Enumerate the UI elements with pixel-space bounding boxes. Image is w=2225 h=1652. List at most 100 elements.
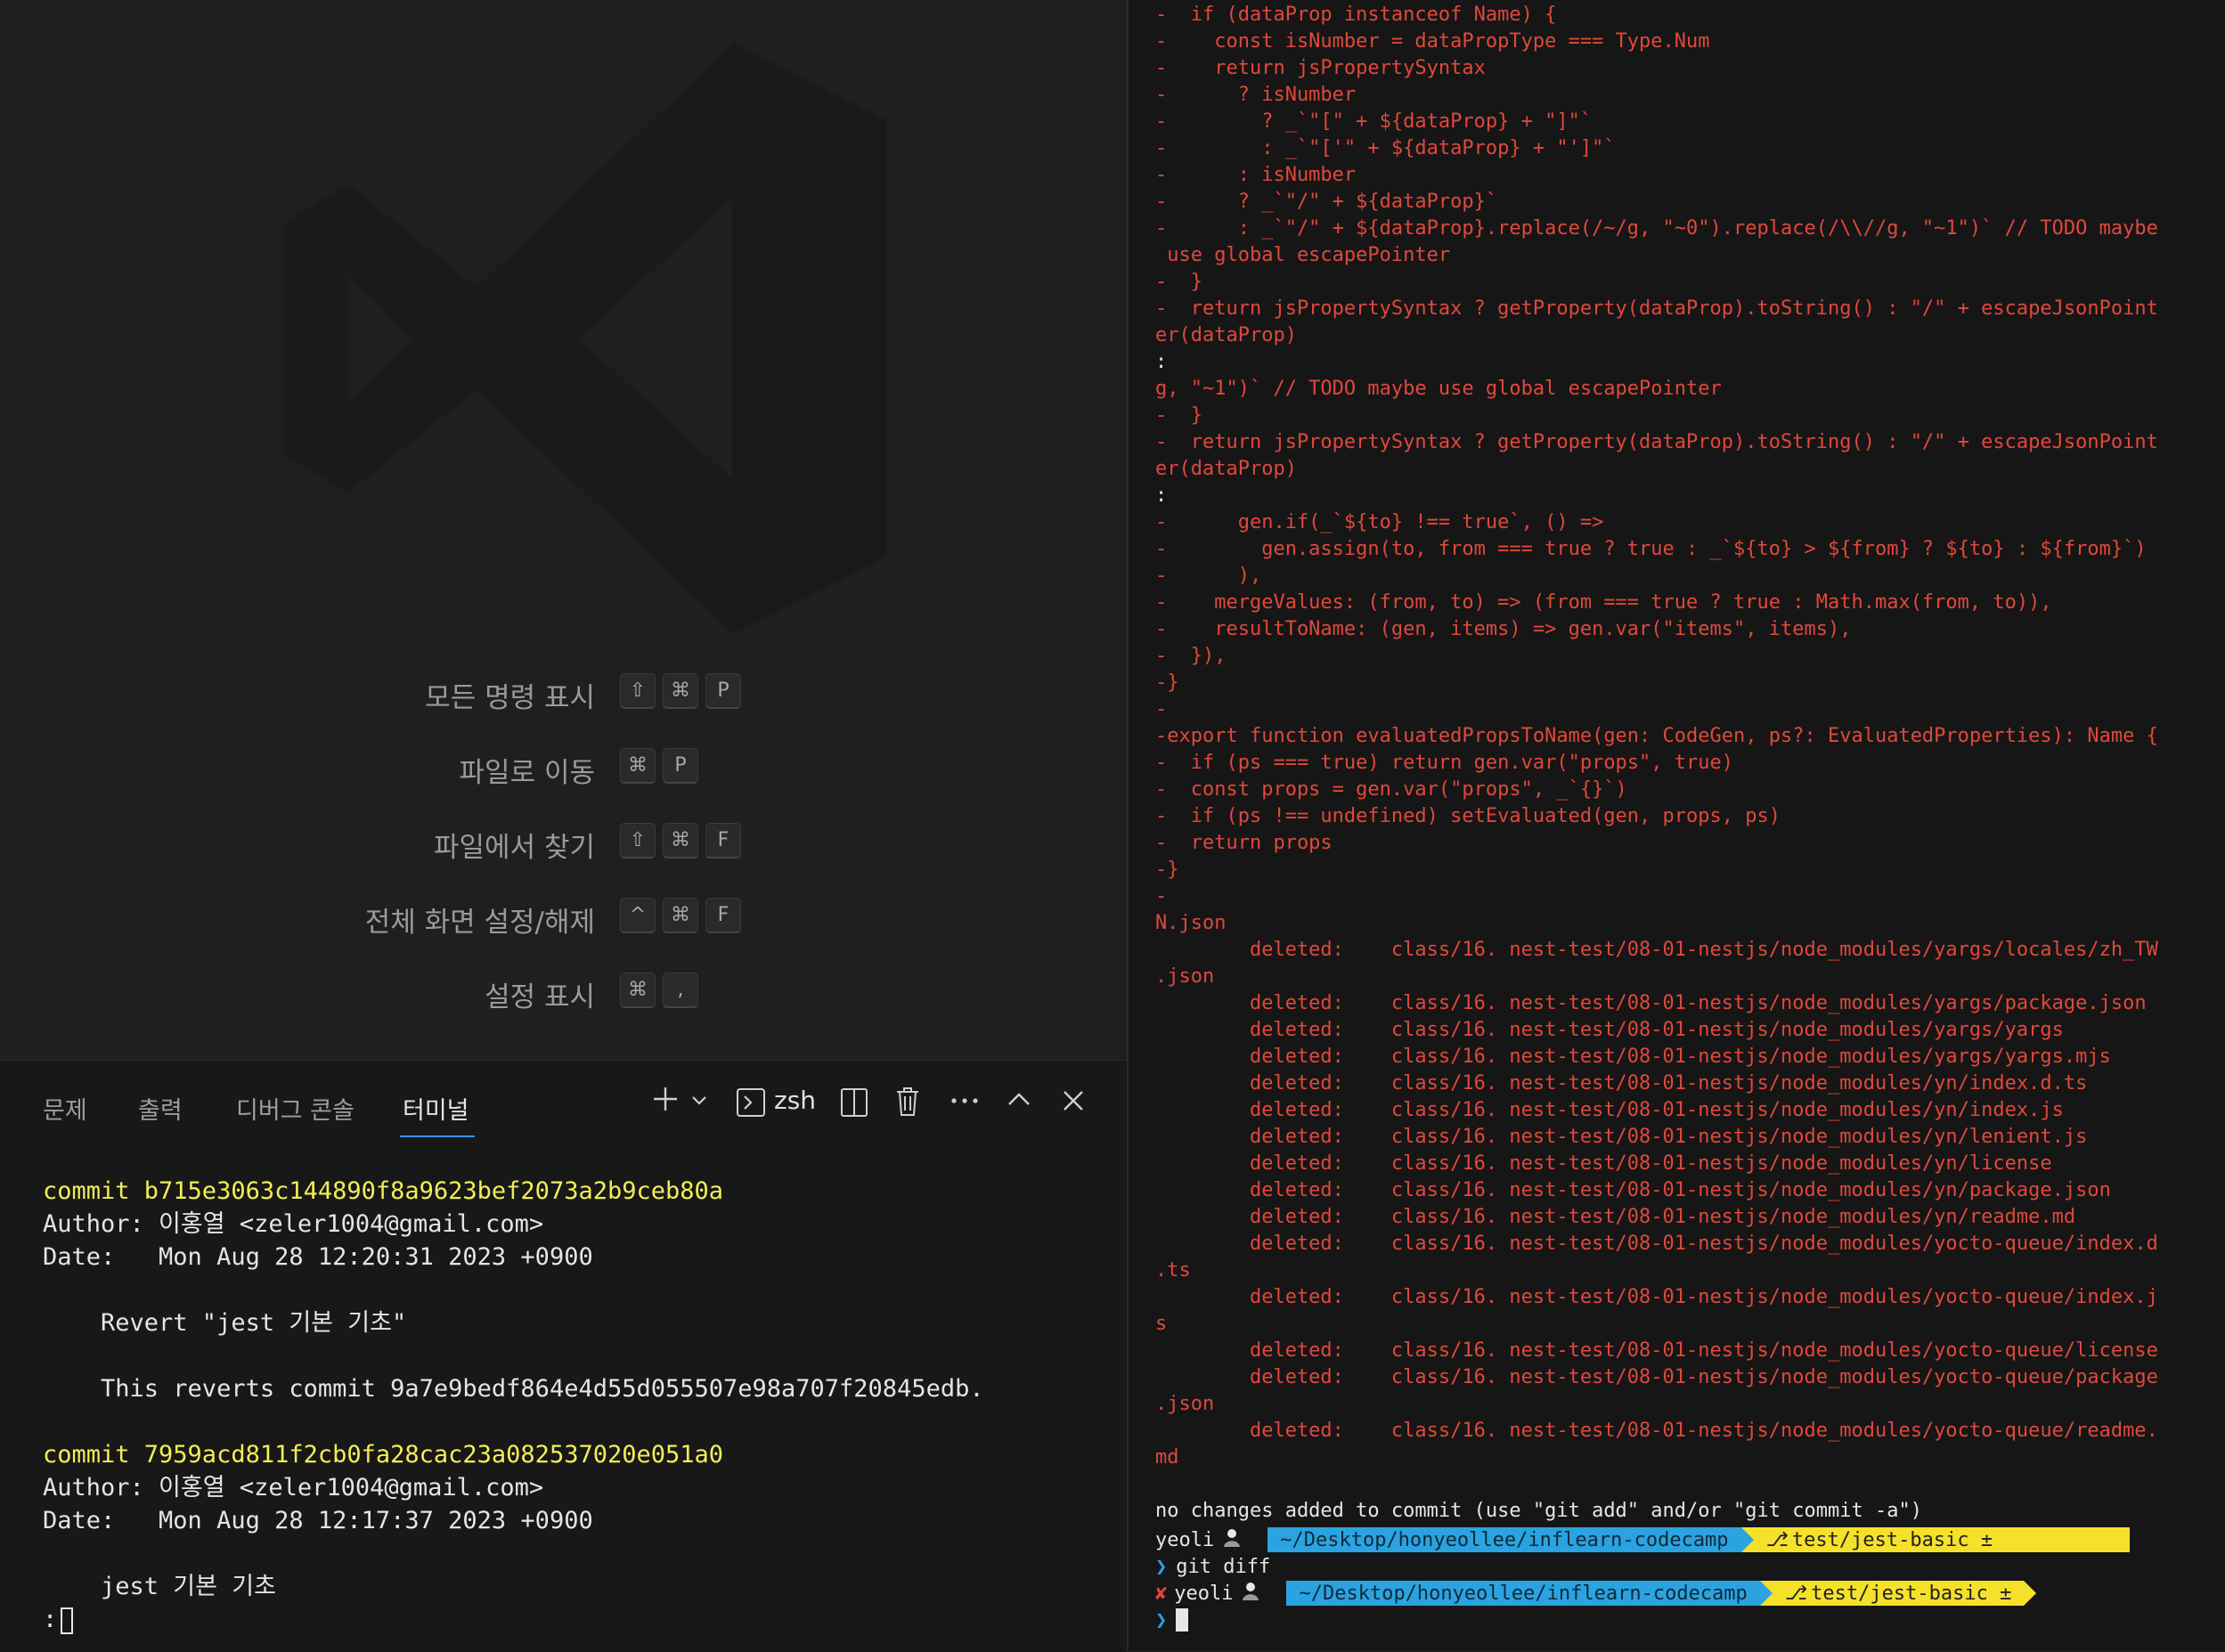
diff-line: s xyxy=(1155,1313,1168,1335)
plus-icon[interactable] xyxy=(650,1084,681,1114)
diff-line: er(dataProp) xyxy=(1155,324,1297,346)
keycap: , xyxy=(663,972,698,1008)
diff-line: - ), xyxy=(1155,565,1262,587)
close-icon[interactable] xyxy=(1062,1089,1085,1112)
keycap: ⌘ xyxy=(620,972,656,1008)
diff-line: no changes added to commit (use "git add… xyxy=(1155,1500,1922,1522)
command-text: git diff xyxy=(1176,1555,1271,1578)
diff-line: deleted: class/16. nest-test/08-01-nestj… xyxy=(1155,1420,2158,1442)
diff-line: deleted: class/16. nest-test/08-01-nestj… xyxy=(1155,1179,2111,1201)
terminal-icon[interactable] xyxy=(736,1087,766,1118)
keycap: F xyxy=(705,823,741,859)
terminal-output-right: - if (dataProp instanceof Name) {- const… xyxy=(1155,2,2215,1525)
prompt-branch-2: ⎇ test/jest-basic ± xyxy=(1772,1581,2025,1606)
diff-line: deleted: class/16. nest-test/08-01-nestj… xyxy=(1155,1099,2064,1121)
diff-line: - ? _`"/" + ${dataProp}` xyxy=(1155,191,1498,213)
shortcut-keys: ⇧ ⌘ F xyxy=(620,823,741,859)
prompt-line-1: yeoli ~/Desktop/honyeollee/inflearn-code… xyxy=(1155,1526,2131,1553)
ellipsis-icon[interactable] xyxy=(949,1087,980,1114)
diff-line: .ts xyxy=(1155,1259,1191,1282)
terminal-line: Author: 이홍열 <zeler1004@gmail.com> xyxy=(43,1474,544,1501)
terminal-line: Date: Mon Aug 28 12:20:31 2023 +0900 xyxy=(43,1243,593,1271)
terminal-line: Date: Mon Aug 28 12:17:37 2023 +0900 xyxy=(43,1507,593,1534)
tab-terminal[interactable]: 터미널 xyxy=(403,1091,469,1126)
split-icon[interactable] xyxy=(840,1087,868,1118)
prompt-user: yeoli xyxy=(1155,1528,1215,1551)
diff-line: deleted: class/16. nest-test/08-01-nestj… xyxy=(1155,939,2158,961)
commit-hash-line: commit b715e3063c144890f8a9623bef2073a2b… xyxy=(43,1177,724,1205)
branch-icon: ⎇ xyxy=(1765,1528,1789,1551)
diff-line: - return jsPropertySyntax ? getProperty(… xyxy=(1155,297,2158,320)
diff-line: - xyxy=(1155,885,1168,907)
editor-area: 모든 명령 표시 ⇧ ⌘ P 파일로 이동 ⌘ P 파일에서 찾기 ⇧ ⌘ F 전체 화면 설정/해제… xyxy=(0,0,1127,1652)
shortcut-keys: ⌘, xyxy=(620,972,698,1008)
diff-line: -} xyxy=(1155,859,1179,881)
keycap: ^ xyxy=(620,898,656,933)
diff-line: - resultToName: (gen, items) => gen.var(… xyxy=(1155,618,1852,640)
terminal-window-right[interactable]: - if (dataProp instanceof Name) {- const… xyxy=(1129,0,2225,1651)
input-line[interactable]: ❯ xyxy=(1155,1607,1189,1633)
tab-problems[interactable]: 문제 xyxy=(43,1091,87,1126)
keycap: ⌘ xyxy=(663,898,698,933)
commit-hash-line: commit 7959acd811f2cb0fa28cac23a08253702… xyxy=(43,1441,724,1469)
prompt-path-2: ~/Desktop/honyeollee/inflearn-codecamp xyxy=(1286,1581,1760,1606)
terminal-cursor xyxy=(1176,1608,1189,1632)
tab-output[interactable]: 출력 xyxy=(138,1091,183,1126)
shortcut-row: 모든 명령 표시 ⇧ ⌘ P xyxy=(0,670,802,714)
shell-name[interactable]: zsh xyxy=(774,1086,816,1115)
shortcut-label: 전체 화면 설정/해제 xyxy=(364,907,595,939)
pager-cursor xyxy=(61,1607,74,1634)
keycap: ⇧ xyxy=(620,673,656,709)
keycap: ⇧ xyxy=(620,823,656,859)
user-avatar-icon xyxy=(1223,1527,1241,1552)
keycap: ⌘ xyxy=(663,673,698,709)
shortcut-label: 모든 명령 표시 xyxy=(425,682,595,714)
diff-line: - }), xyxy=(1155,645,1227,667)
terminal-line: Revert "jest 기본 기초" xyxy=(43,1309,407,1337)
shortcut-row: 파일로 이동 ⌘ P xyxy=(0,745,802,789)
diff-line: deleted: class/16. nest-test/08-01-nestj… xyxy=(1155,1046,2111,1068)
command-line: ❯ git diff xyxy=(1155,1553,1270,1580)
diff-line: deleted: class/16. nest-test/08-01-nestj… xyxy=(1155,1233,2158,1255)
shortcut-row: 전체 화면 설정/해제 ^ ⌘ F xyxy=(0,894,802,939)
diff-line: deleted: class/16. nest-test/08-01-nestj… xyxy=(1155,1206,2076,1228)
active-tab-indicator xyxy=(400,1135,475,1137)
diff-line: -} xyxy=(1155,671,1179,694)
terminal-line: : xyxy=(43,1603,1112,1636)
terminal-output-left[interactable]: commit b715e3063c144890f8a9623bef2073a2b… xyxy=(43,1175,1112,1636)
diff-line: deleted: class/16. nest-test/08-01-nestj… xyxy=(1155,1072,2088,1095)
trash-icon[interactable] xyxy=(894,1086,921,1118)
diff-line: - const isNumber = dataPropType === Type… xyxy=(1155,30,1710,53)
diff-line: -export function evaluatedPropsToName(ge… xyxy=(1155,725,2158,747)
prompt-caret-icon: ❯ xyxy=(1155,1555,1168,1578)
keycap: ⌘ xyxy=(663,823,698,859)
diff-line: : xyxy=(1155,351,1168,373)
diff-line: - const props = gen.var("props", _`{}`) xyxy=(1155,778,1627,801)
diff-line: g, "~1")` // TODO maybe use global escap… xyxy=(1155,378,1722,400)
diff-line: - ? isNumber xyxy=(1155,84,1357,106)
prompt-user-2: yeoli xyxy=(1174,1582,1234,1605)
diff-line: - return jsPropertySyntax ? getProperty(… xyxy=(1155,431,2158,453)
shortcut-label: 파일에서 찾기 xyxy=(434,832,595,864)
terminal-line: jest 기본 기초 xyxy=(43,1573,276,1600)
bottom-panel: 문제 출력 디버그 콘솔 터미널 zsh commit b715e3063c14… xyxy=(0,1060,1127,1652)
diff-line: - : _`"/" + ${dataProp}.replace(/~/g, "~… xyxy=(1155,217,2158,240)
diff-line: - } xyxy=(1155,404,1202,427)
prompt-path: ~/Desktop/honyeollee/inflearn-codecamp xyxy=(1267,1527,1741,1552)
tab-debug-console[interactable]: 디버그 콘솔 xyxy=(236,1091,355,1126)
prompt-caret-icon: ❯ xyxy=(1155,1608,1168,1632)
diff-line: md xyxy=(1155,1446,1179,1469)
diff-line: - if (ps === true) return gen.var("props… xyxy=(1155,752,1734,774)
diff-line: - : isNumber xyxy=(1155,164,1357,186)
shortcut-row: 파일에서 찾기 ⇧ ⌘ F xyxy=(0,819,802,864)
chevron-down-icon[interactable] xyxy=(689,1091,709,1111)
shortcut-keys: ^ ⌘ F xyxy=(620,898,741,933)
diff-line: deleted: class/16. nest-test/08-01-nestj… xyxy=(1155,1339,2158,1362)
diff-line: N.json xyxy=(1155,912,1227,934)
diff-line: - mergeValues: (from, to) => (from === t… xyxy=(1155,591,2052,614)
diff-line: .json xyxy=(1155,965,1215,988)
chevron-up-icon[interactable] xyxy=(1007,1089,1031,1111)
